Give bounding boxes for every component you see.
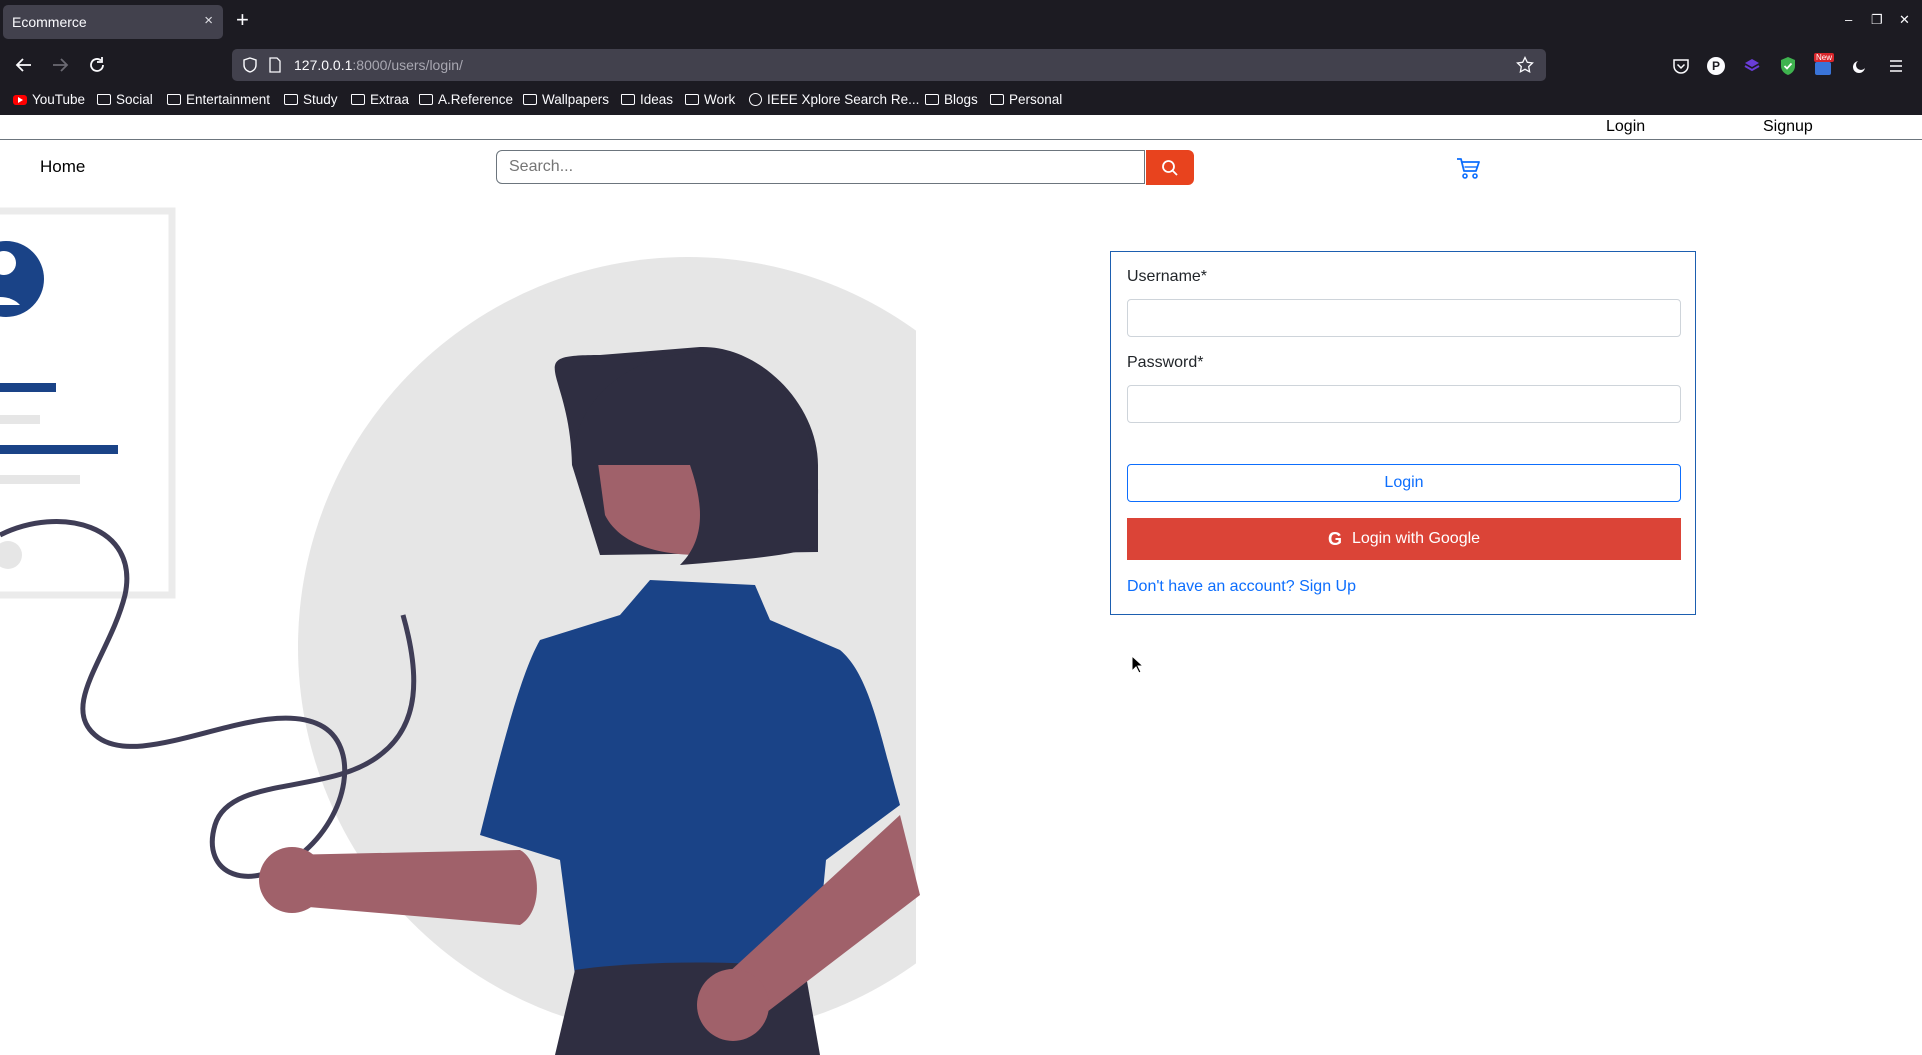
new-tab-button[interactable]: + [236,9,249,31]
top-auth-bar: Login Signup [0,115,1922,140]
bookmark-label: Wallpapers [542,92,610,107]
bookmark-label: Ideas [640,92,674,107]
folder-icon [990,94,1004,105]
bookmark-item[interactable]: A.Reference [419,92,513,107]
password-label: Password* [1127,354,1204,371]
bookmark-label: Personal [1009,92,1063,107]
address-bar[interactable]: 127.0.0.1:8000/users/login/ [232,49,1546,81]
login-form-card: Username* Password* Login G Login with G… [1110,251,1696,615]
close-tab-icon[interactable]: × [204,12,213,29]
bookmark-item[interactable]: Ideas [621,92,673,107]
bookmark-item[interactable]: Study [284,92,338,107]
bookmark-label: IEEE Xplore Search Re... [767,92,920,107]
news-extension-icon[interactable]: New [1814,53,1835,76]
bookmark-item[interactable]: Work [685,92,735,107]
folder-icon [523,94,537,105]
login-with-google-button[interactable]: G Login with Google [1127,518,1681,560]
folder-icon [284,94,298,105]
bookmark-label: Work [704,92,736,107]
bookmark-label: Study [303,92,338,107]
username-label: Username* [1127,268,1208,285]
folder-icon [351,94,365,105]
bookmark-item[interactable]: Entertainment [167,92,270,107]
bookmark-item[interactable]: Social [97,92,153,107]
dark-reader-icon[interactable] [1850,57,1868,75]
forward-arrow-icon[interactable] [49,54,71,76]
bookmark-item[interactable]: Extraa [351,92,409,107]
bookmark-label: Blogs [944,92,978,107]
back-arrow-icon[interactable] [13,54,35,76]
woman-illustration [0,207,920,1055]
tab-title: Ecommerce [12,14,87,30]
mouse-cursor-icon [1131,655,1145,674]
search-icon [1162,159,1178,176]
folder-icon [685,94,699,105]
folder-icon [167,94,181,105]
layers-extension-icon[interactable] [1743,57,1761,75]
cart-icon[interactable] [1455,155,1481,181]
tab-strip: Ecommerce × + – ❐ ✕ [0,0,1922,44]
main-navbar: Home [0,140,1922,200]
bookmark-label: Entertainment [186,92,271,107]
signup-prompt-link[interactable]: Don't have an account? Sign Up [1127,578,1356,596]
youtube-icon [13,94,27,105]
bookmark-item[interactable]: YouTube [13,92,85,107]
bookmark-item[interactable]: Personal [990,92,1062,107]
search-button[interactable] [1146,150,1194,185]
folder-icon [621,94,635,105]
bookmark-item[interactable]: Blogs [925,92,978,107]
home-link[interactable]: Home [40,157,85,177]
pocket-icon[interactable] [1672,57,1690,75]
new-badge: New [1814,53,1835,62]
bookmarks-toolbar: YouTube Social Entertainment Study Extraa A.R… [0,86,1922,115]
web-page: Login Signup Home Username* Password* Lo… [0,115,1922,1055]
login-link[interactable]: Login [1606,118,1645,136]
tab-ecommerce[interactable]: Ecommerce × [3,5,223,39]
folder-icon [97,94,111,105]
globe-icon [749,93,762,106]
adblock-shield-icon[interactable] [1779,56,1797,76]
reload-icon[interactable] [86,54,108,76]
folder-icon [925,94,939,105]
close-window-icon[interactable]: ✕ [1899,12,1910,28]
google-button-label: Login with Google [1351,530,1481,547]
minimize-window-icon[interactable]: – [1845,12,1852,27]
search-input[interactable] [496,150,1145,184]
password-input[interactable] [1127,385,1681,423]
bookmark-label: Social [116,92,153,107]
bookmark-star-icon[interactable] [1516,56,1534,74]
browser-chrome: Ecommerce × + – ❐ ✕ 127.0.0.1:8000/users… [0,0,1922,115]
google-icon: G [1327,528,1342,549]
bookmark-item[interactable]: Wallpapers [523,92,609,107]
shield-icon[interactable] [242,57,258,73]
url-text: 127.0.0.1:8000/users/login/ [294,57,463,73]
page-icon [269,57,281,73]
profile-p-icon[interactable]: P [1707,57,1725,75]
bookmark-label: A.Reference [438,92,514,107]
bookmark-item[interactable]: IEEE Xplore Search Re... [749,92,919,107]
restore-window-icon[interactable]: ❐ [1871,12,1883,28]
signup-link[interactable]: Signup [1763,118,1813,136]
login-button[interactable]: Login [1127,464,1681,502]
bookmark-label: Extraa [370,92,410,107]
menu-hamburger-icon[interactable] [1887,57,1905,75]
folder-icon [419,94,433,105]
username-input[interactable] [1127,299,1681,337]
bookmark-label: YouTube [32,92,86,107]
